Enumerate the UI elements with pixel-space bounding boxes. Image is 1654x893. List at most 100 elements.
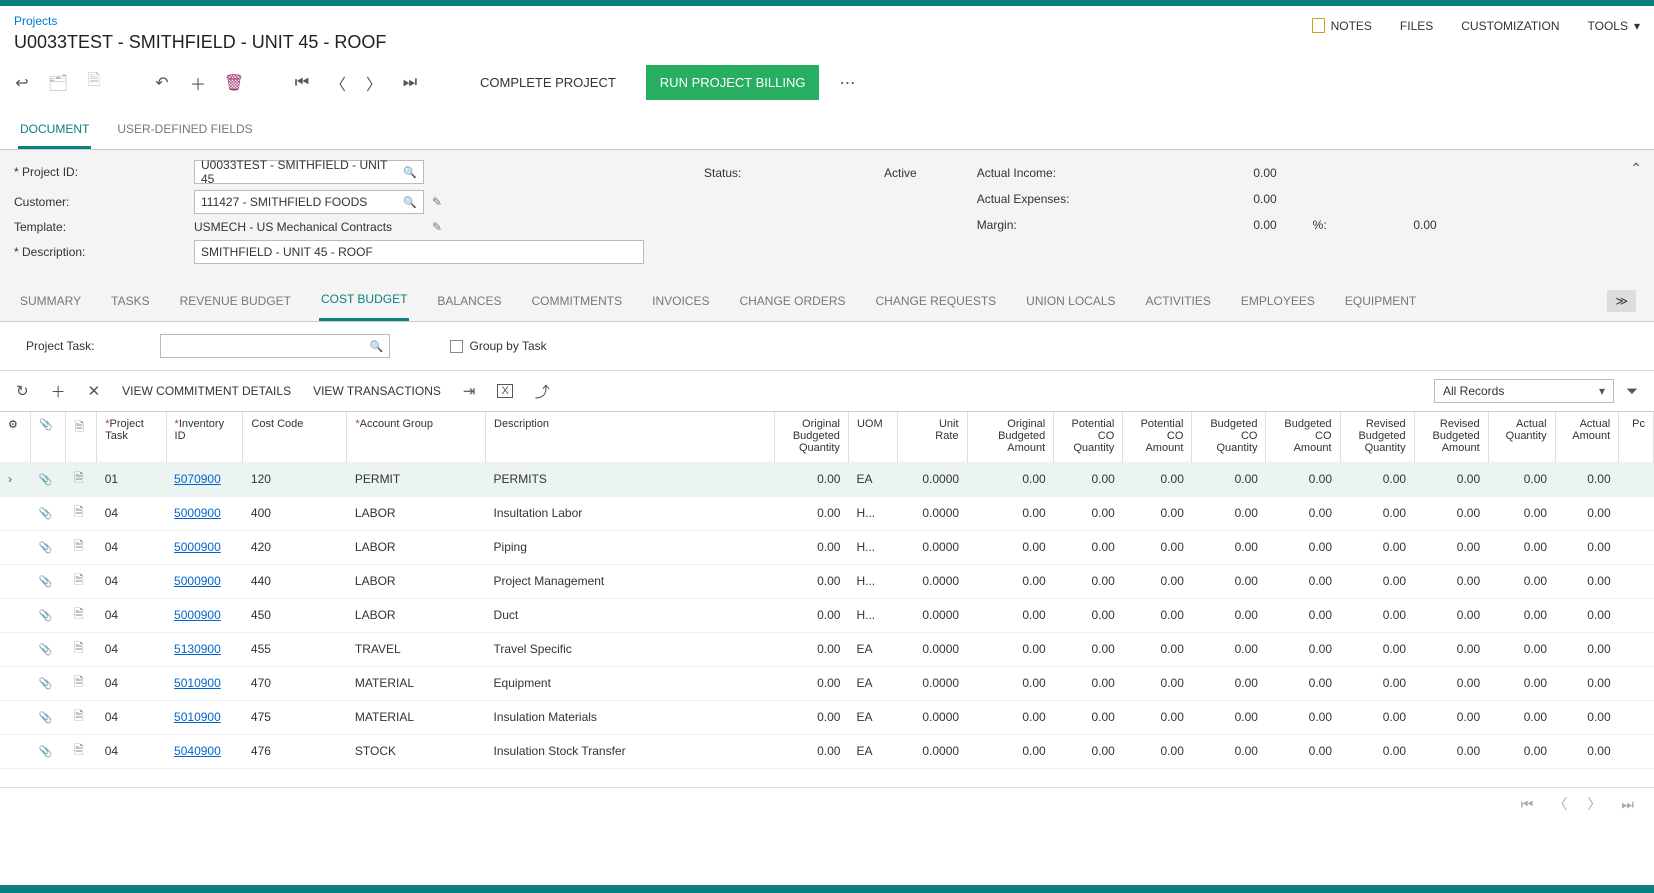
cell-act-amt[interactable]: 0.00 bbox=[1555, 564, 1619, 598]
cell-orig-amt[interactable]: 0.00 bbox=[967, 564, 1054, 598]
cell-orig-amt[interactable]: 0.00 bbox=[967, 462, 1054, 496]
group-by-task-checkbox[interactable] bbox=[450, 340, 463, 353]
more-actions-icon[interactable]: ⋯ bbox=[839, 75, 855, 91]
col-project-task[interactable]: *Project Task bbox=[97, 412, 166, 462]
complete-project-button[interactable]: COMPLETE PROJECT bbox=[470, 67, 626, 98]
col-description[interactable]: Description bbox=[486, 412, 775, 462]
grid-horizontal-scrollbar[interactable] bbox=[0, 771, 1654, 787]
cell-uom[interactable]: EA bbox=[848, 462, 897, 496]
cell-rev-qty[interactable]: 0.00 bbox=[1340, 598, 1414, 632]
cell-project-task[interactable]: 01 bbox=[97, 462, 166, 496]
cell-act-amt[interactable]: 0.00 bbox=[1555, 530, 1619, 564]
table-row[interactable]: ›📎🗎015070900120PERMITPERMITS0.00EA0.0000… bbox=[0, 462, 1654, 496]
doc-icon[interactable]: 🗎 bbox=[74, 743, 84, 757]
cell-inventory-id[interactable]: 5070900 bbox=[166, 462, 243, 496]
cost-budget-grid[interactable]: ⚙ 📎 🗎 *Project Task *Inventory ID Cost C… bbox=[0, 412, 1654, 771]
tools-button[interactable]: TOOLS ▾ bbox=[1588, 19, 1641, 33]
col-orig-amt[interactable]: Original Budgeted Amount bbox=[967, 412, 1054, 462]
cell-rev-qty[interactable]: 0.00 bbox=[1340, 462, 1414, 496]
cell-pct[interactable] bbox=[1619, 496, 1654, 530]
cell-bud-co-amt[interactable]: 0.00 bbox=[1266, 530, 1340, 564]
cell-pct[interactable] bbox=[1619, 530, 1654, 564]
cell-rev-amt[interactable]: 0.00 bbox=[1414, 666, 1488, 700]
cell-orig-qty[interactable]: 0.00 bbox=[774, 564, 848, 598]
sub-tab-change-requests[interactable]: CHANGE REQUESTS bbox=[873, 282, 998, 320]
cell-act-qty[interactable]: 0.00 bbox=[1488, 496, 1555, 530]
cell-unit-rate[interactable]: 0.0000 bbox=[898, 496, 967, 530]
cell-cost-code[interactable]: 455 bbox=[243, 632, 347, 666]
cell-unit-rate[interactable]: 0.0000 bbox=[898, 598, 967, 632]
description-field[interactable]: SMITHFIELD - UNIT 45 - ROOF bbox=[194, 240, 644, 264]
col-uom[interactable]: UOM bbox=[848, 412, 897, 462]
first-icon[interactable]: ⏮ bbox=[294, 75, 310, 91]
cell-act-amt[interactable]: 0.00 bbox=[1555, 700, 1619, 734]
table-row[interactable]: 📎🗎045000900450LABORDuct0.00H...0.00000.0… bbox=[0, 598, 1654, 632]
cell-pot-co-qty[interactable]: 0.00 bbox=[1054, 666, 1123, 700]
cell-act-qty[interactable]: 0.00 bbox=[1488, 700, 1555, 734]
cell-rev-amt[interactable]: 0.00 bbox=[1414, 462, 1488, 496]
col-inventory-id[interactable]: *Inventory ID bbox=[166, 412, 243, 462]
cell-act-amt[interactable]: 0.00 bbox=[1555, 462, 1619, 496]
cell-rev-amt[interactable]: 0.00 bbox=[1414, 564, 1488, 598]
col-attach[interactable]: 📎 bbox=[30, 412, 65, 462]
customization-button[interactable]: CUSTOMIZATION bbox=[1461, 19, 1559, 33]
cell-bud-co-qty[interactable]: 0.00 bbox=[1192, 700, 1266, 734]
cell-uom[interactable]: H... bbox=[848, 496, 897, 530]
cell-pct[interactable] bbox=[1619, 462, 1654, 496]
cell-unit-rate[interactable]: 0.0000 bbox=[898, 632, 967, 666]
cell-bud-co-qty[interactable]: 0.00 bbox=[1192, 530, 1266, 564]
sub-tab-revenue-budget[interactable]: REVENUE BUDGET bbox=[178, 282, 293, 320]
search-icon[interactable]: 🔍 bbox=[403, 196, 417, 209]
doc-icon[interactable]: 🗎 bbox=[74, 573, 84, 587]
cell-unit-rate[interactable]: 0.0000 bbox=[898, 734, 967, 768]
cell-act-qty[interactable]: 0.00 bbox=[1488, 530, 1555, 564]
attach-icon[interactable]: 📎 bbox=[38, 474, 52, 486]
cell-project-task[interactable]: 04 bbox=[97, 598, 166, 632]
cell-description[interactable]: Insultation Labor bbox=[486, 496, 775, 530]
cell-act-amt[interactable]: 0.00 bbox=[1555, 632, 1619, 666]
cell-pot-co-amt[interactable]: 0.00 bbox=[1123, 700, 1192, 734]
cell-account-group[interactable]: LABOR bbox=[347, 564, 486, 598]
col-doc[interactable]: 🗎 bbox=[66, 412, 97, 462]
cell-act-amt[interactable]: 0.00 bbox=[1555, 598, 1619, 632]
cell-uom[interactable]: EA bbox=[848, 632, 897, 666]
col-orig-qty[interactable]: Original Budgeted Quantity bbox=[774, 412, 848, 462]
cell-description[interactable]: Piping bbox=[486, 530, 775, 564]
cell-pot-co-qty[interactable]: 0.00 bbox=[1054, 462, 1123, 496]
cell-cost-code[interactable]: 400 bbox=[243, 496, 347, 530]
sub-tab-equipment[interactable]: EQUIPMENT bbox=[1343, 282, 1418, 320]
cell-orig-amt[interactable]: 0.00 bbox=[967, 530, 1054, 564]
cell-rev-amt[interactable]: 0.00 bbox=[1414, 598, 1488, 632]
back-icon[interactable]: ↩ bbox=[14, 75, 30, 91]
cell-account-group[interactable]: LABOR bbox=[347, 496, 486, 530]
cell-pot-co-amt[interactable]: 0.00 bbox=[1123, 734, 1192, 768]
cell-bud-co-amt[interactable]: 0.00 bbox=[1266, 496, 1340, 530]
cell-unit-rate[interactable]: 0.0000 bbox=[898, 530, 967, 564]
cell-bud-co-amt[interactable]: 0.00 bbox=[1266, 632, 1340, 666]
view-transactions-button[interactable]: VIEW TRANSACTIONS bbox=[313, 384, 441, 398]
cell-description[interactable]: PERMITS bbox=[486, 462, 775, 496]
cell-pct[interactable] bbox=[1619, 666, 1654, 700]
cell-account-group[interactable]: PERMIT bbox=[347, 462, 486, 496]
cell-orig-amt[interactable]: 0.00 bbox=[967, 734, 1054, 768]
cell-act-amt[interactable]: 0.00 bbox=[1555, 734, 1619, 768]
cell-bud-co-amt[interactable]: 0.00 bbox=[1266, 598, 1340, 632]
sub-tab-balances[interactable]: BALANCES bbox=[435, 282, 503, 320]
cell-act-amt[interactable]: 0.00 bbox=[1555, 666, 1619, 700]
cell-description[interactable]: Equipment bbox=[486, 666, 775, 700]
cell-project-task[interactable]: 04 bbox=[97, 632, 166, 666]
cell-inventory-id[interactable]: 5010900 bbox=[166, 666, 243, 700]
refresh-icon[interactable]: ↻ bbox=[16, 382, 29, 400]
view-commitment-details-button[interactable]: VIEW COMMITMENT DETAILS bbox=[122, 384, 291, 398]
page-last-icon[interactable]: ⏭ bbox=[1621, 796, 1634, 813]
next-icon[interactable]: 〉 bbox=[366, 75, 382, 91]
cell-rev-amt[interactable]: 0.00 bbox=[1414, 632, 1488, 666]
save-icon[interactable]: 🗎 bbox=[86, 75, 102, 91]
last-icon[interactable]: ⏭ bbox=[402, 75, 418, 91]
cell-act-qty[interactable]: 0.00 bbox=[1488, 564, 1555, 598]
cell-pot-co-qty[interactable]: 0.00 bbox=[1054, 632, 1123, 666]
cell-pot-co-qty[interactable]: 0.00 bbox=[1054, 700, 1123, 734]
sub-tab-activities[interactable]: ACTIVITIES bbox=[1144, 282, 1213, 320]
cell-uom[interactable]: EA bbox=[848, 734, 897, 768]
cell-act-qty[interactable]: 0.00 bbox=[1488, 666, 1555, 700]
